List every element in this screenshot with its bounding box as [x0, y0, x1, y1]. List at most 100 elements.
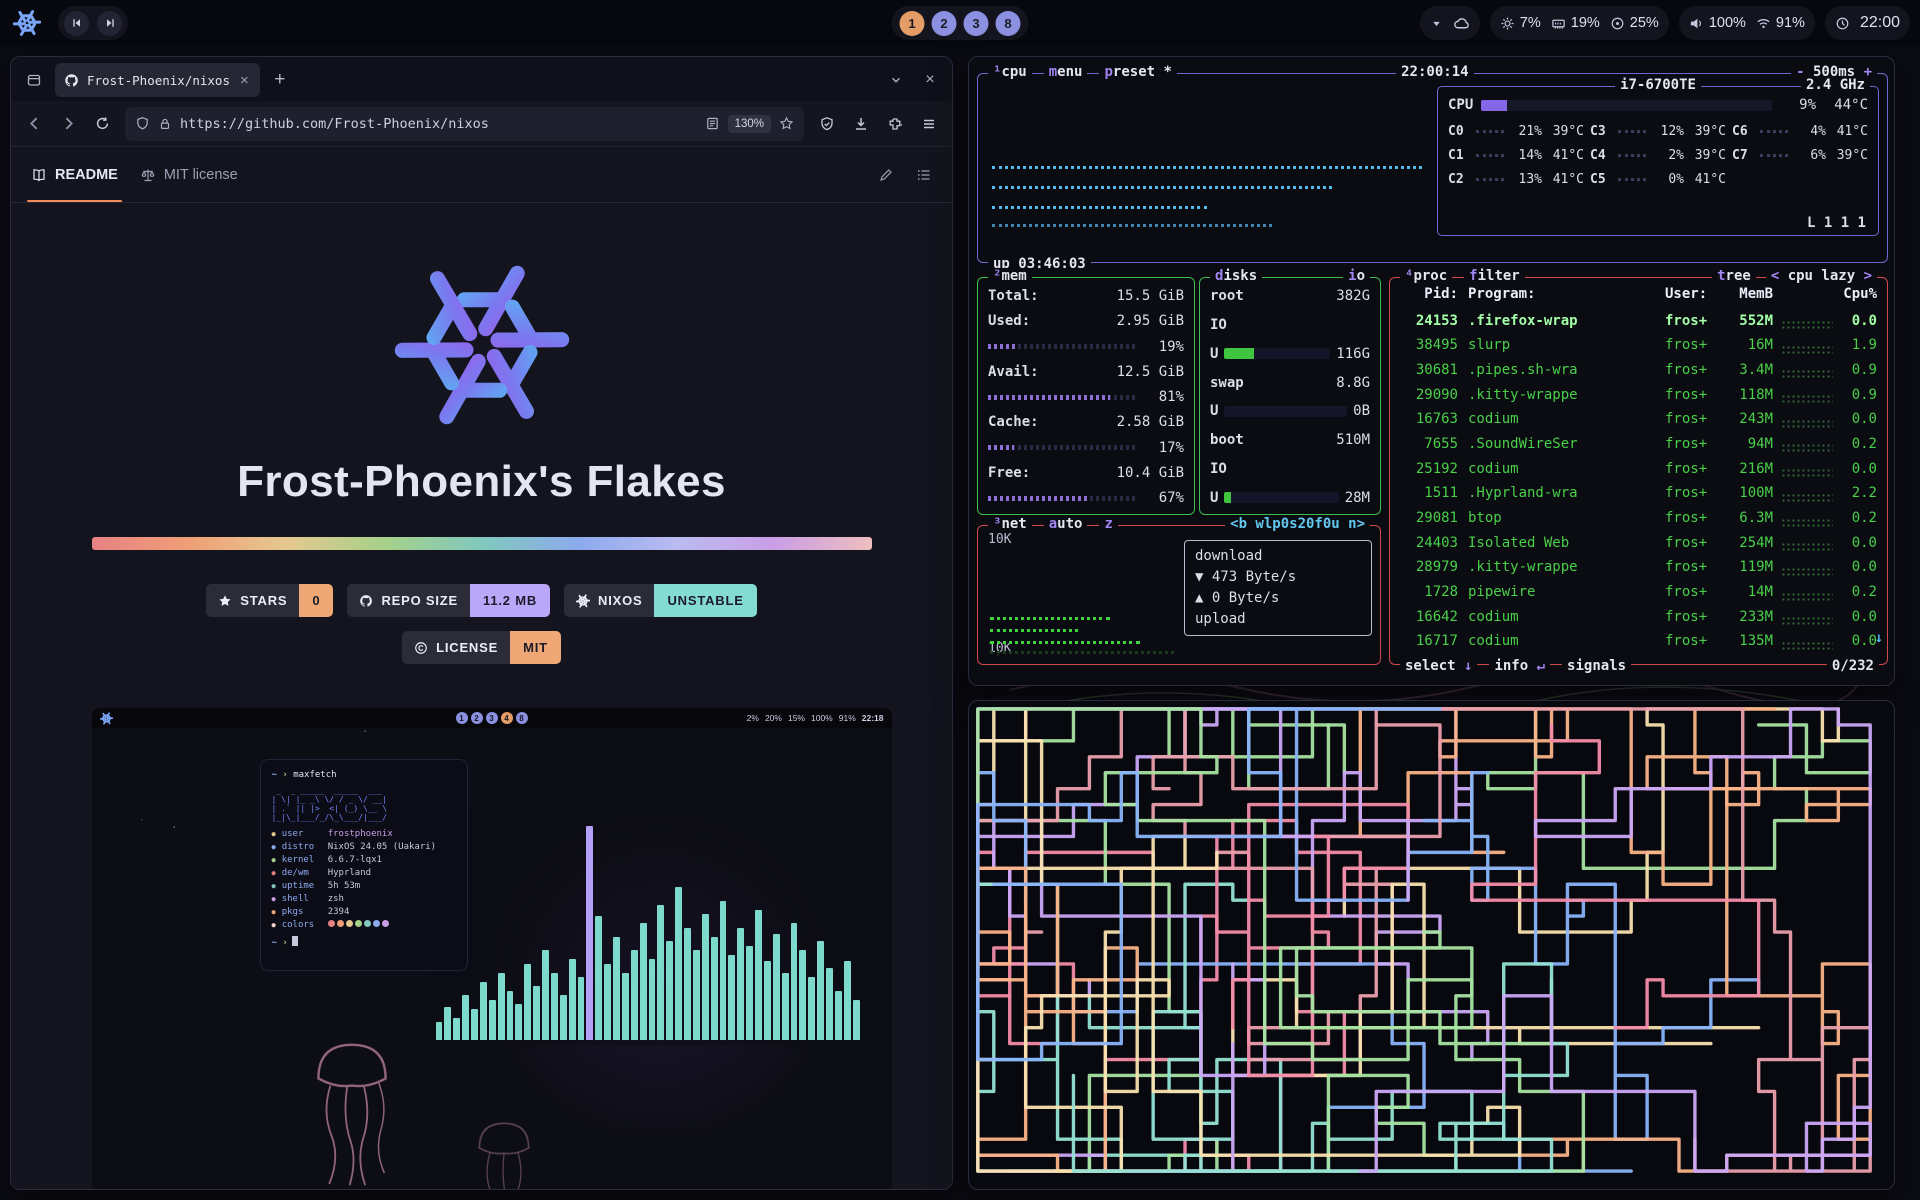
cava-bar [436, 1022, 443, 1040]
back-button[interactable] [19, 109, 49, 139]
media-prev-button[interactable] [64, 11, 89, 36]
process-row[interactable]: 29081btopfros+6.3M0.2 [1400, 510, 1877, 527]
proc-box-title[interactable]: ⁴proc [1400, 268, 1452, 284]
info-label[interactable]: info [1494, 658, 1528, 674]
workspace-3[interactable]: 3 [964, 11, 989, 36]
badge-stars[interactable]: STARS0 [206, 584, 333, 617]
lock-icon[interactable] [158, 117, 172, 131]
workspace-2[interactable]: 2 [471, 712, 483, 724]
process-row[interactable]: 28979.kitty-wrappefros+119M0.0 [1400, 559, 1877, 576]
chevron-down-icon [1430, 17, 1443, 30]
media-controls [58, 6, 128, 40]
process-row[interactable]: 16763codiumfros+243M0.0 [1400, 411, 1877, 428]
downloads-button[interactable] [846, 109, 876, 139]
nixos-launcher-button[interactable] [10, 6, 44, 40]
readme-tab[interactable]: README [31, 147, 118, 202]
net-box-title[interactable]: ³net [988, 516, 1032, 532]
workspace-1[interactable]: 1 [456, 712, 468, 724]
net-auto-button[interactable]: auto [1044, 516, 1088, 532]
firefox-view-button[interactable] [19, 65, 49, 95]
net-zero-button[interactable]: z [1099, 516, 1117, 532]
license-tab[interactable]: MIT license [140, 147, 238, 202]
prompt-path: ~ [272, 770, 277, 780]
sort-prev[interactable]: < [1771, 268, 1779, 284]
sort-next[interactable]: > [1864, 268, 1872, 284]
badge-repo-size[interactable]: REPO SIZE11.2 MB [347, 584, 550, 617]
cava-bar [657, 905, 664, 1040]
fetch-field: ●pkgs2394 [272, 906, 456, 919]
gear-icon [1500, 16, 1515, 31]
proc-tree-button[interactable]: tree [1712, 268, 1756, 284]
process-row[interactable]: 30681.pipes.sh-wrafros+3.4M0.9 [1400, 361, 1877, 378]
cpu-box-title[interactable]: ¹cpu [988, 64, 1032, 80]
cava-bar [675, 887, 682, 1040]
cava-bar [515, 1004, 522, 1040]
github-icon [359, 594, 373, 608]
core-stat: C64%41°C [1732, 119, 1868, 143]
browser-tab[interactable]: Frost-Phoenix/nixos × [55, 63, 260, 97]
select-label[interactable]: select [1405, 658, 1456, 674]
reload-button[interactable] [87, 109, 117, 139]
outline-button[interactable] [916, 167, 932, 183]
io-toggle[interactable]: io [1343, 268, 1370, 284]
workspace-1[interactable]: 1 [900, 11, 925, 36]
edit-readme-button[interactable] [878, 167, 894, 183]
new-tab-button[interactable]: + [266, 66, 294, 94]
btop-proc-box: ⁴proc filter tree < cpu lazy > Pid: Prog… [1389, 277, 1888, 665]
process-row[interactable]: 29090.kitty-wrappefros+118M0.9 [1400, 386, 1877, 403]
proc-scroll-indicator[interactable]: ↓ [1875, 630, 1883, 646]
media-next-button[interactable] [97, 11, 122, 36]
audio-network-widget[interactable]: 100% 91% [1679, 6, 1815, 40]
tab-close-button[interactable]: × [238, 72, 251, 89]
btop-preset-button[interactable]: preset * [1099, 64, 1176, 80]
btop-menu-button[interactable]: menu [1044, 64, 1088, 80]
proc-filter-button[interactable]: filter [1464, 268, 1525, 284]
badge-nixos[interactable]: NIXOSUNSTABLE [564, 584, 757, 617]
weather-widget[interactable] [1420, 6, 1480, 40]
reader-mode-icon[interactable] [705, 116, 720, 131]
badge-license[interactable]: LICENSEMIT [402, 631, 561, 664]
process-row[interactable]: 25192codiumfros+216M0.0 [1400, 460, 1877, 477]
url-bar[interactable]: https://github.com/Frost-Phoenix/nixos 1… [125, 107, 804, 141]
mem-meter: 17% [988, 440, 1184, 456]
load-average: L 1 1 1 [1807, 215, 1866, 231]
tracking-shield-icon[interactable] [135, 116, 150, 131]
tab-list-button[interactable] [882, 66, 910, 94]
tab-strip: Frost-Phoenix/nixos × + × [11, 57, 952, 101]
workspace-3[interactable]: 3 [486, 712, 498, 724]
process-row[interactable]: 1511.Hyprland-wrafros+100M2.2 [1400, 485, 1877, 502]
process-row[interactable]: 7655.SoundWireSerfros+94M0.2 [1400, 435, 1877, 452]
forward-button[interactable] [53, 109, 83, 139]
extensions-button[interactable] [880, 109, 910, 139]
arrow-left-icon [26, 115, 43, 132]
workspace-8[interactable]: 8 [516, 712, 528, 724]
prompt-char: › [282, 770, 287, 780]
process-row[interactable]: 38495slurpfros+16M1.9 [1400, 337, 1877, 354]
protection-shield-button[interactable] [812, 109, 842, 139]
process-row[interactable]: 24403Isolated Webfros+254M0.0 [1400, 534, 1877, 551]
workspace-2[interactable]: 2 [932, 11, 957, 36]
system-stats-widget[interactable]: 7% 19% 25% [1490, 6, 1669, 40]
fetch-terminal: ~ › maxfetch _ _ _____ _____ ___ | \| |_… [260, 759, 468, 971]
process-row[interactable]: 16642codiumfros+233M0.0 [1400, 608, 1877, 625]
workspace-4[interactable]: 4 [501, 712, 513, 724]
core-stat: C021%39°C [1448, 119, 1584, 143]
workspace-8[interactable]: 8 [996, 11, 1021, 36]
process-table-header[interactable]: Pid: Program: User: MemB Cpu% [1400, 286, 1877, 303]
bookmark-star-icon[interactable] [779, 116, 794, 131]
menu-button[interactable] [914, 109, 944, 139]
process-row[interactable]: 24153.firefox-wrapfros+552M0.0 [1400, 312, 1877, 329]
clock-widget[interactable]: 22:00 [1825, 6, 1910, 40]
cpu-total-label: CPU [1448, 97, 1473, 113]
process-row[interactable]: 1728pipewirefros+14M0.2 [1400, 584, 1877, 601]
disk-row: IO [1210, 317, 1370, 333]
memory-stat: 19% [1551, 15, 1600, 31]
mem-box-title[interactable]: ²mem [988, 268, 1032, 284]
disks-box-title[interactable]: disks [1210, 268, 1262, 284]
cpu-mini-graph [1781, 542, 1833, 551]
window-close-button[interactable]: × [916, 66, 944, 94]
zoom-indicator[interactable]: 130% [728, 115, 771, 133]
signals-label[interactable]: signals [1562, 658, 1631, 674]
net-interface[interactable]: <b wlp0s20f0u n> [1225, 516, 1370, 532]
process-row[interactable]: 16717codiumfros+135M0.0 [1400, 633, 1877, 650]
